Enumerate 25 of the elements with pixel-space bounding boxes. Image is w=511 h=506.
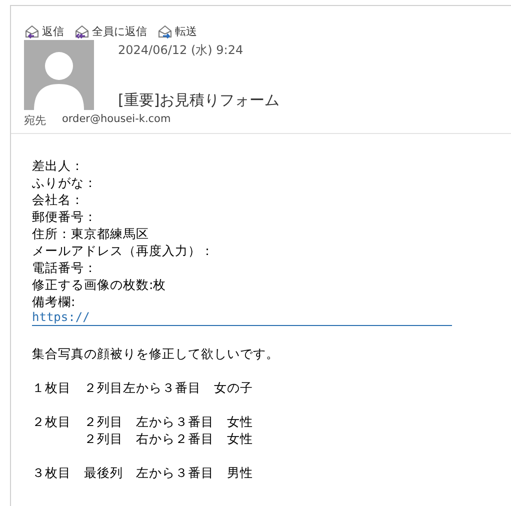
body-line: ２列目 右から２番目 女性 — [83, 430, 253, 447]
body-line: 修正する画像の枚数:枚 — [32, 276, 166, 293]
body-line: メールアドレス（再度入力）： — [32, 242, 214, 259]
reply-button[interactable]: 返信 — [24, 23, 64, 39]
message-subject: [重要]お見積りフォーム — [118, 91, 280, 110]
url-link[interactable]: https:// — [32, 310, 452, 326]
recipient-label: 宛先 — [24, 113, 46, 128]
forward-button[interactable]: 転送 — [157, 23, 197, 39]
body-line: １枚目 ２列目左から３番目 女の子 — [32, 379, 253, 396]
body-line: 電話番号： — [32, 259, 97, 276]
body-line: ２枚目 ２列目 左から３番目 女性 — [32, 413, 253, 430]
envelope-arrow-icon — [157, 23, 173, 39]
body-line: ふりがな： — [32, 174, 97, 191]
reply-all-button[interactable]: 全員に返信 — [74, 23, 147, 39]
envelope-arrow-icon — [24, 23, 40, 39]
body-line: 集合写真の顔被りを修正して欲しいです。 — [32, 345, 279, 362]
body-line: 差出人： — [32, 157, 84, 174]
envelope-arrow-icon — [74, 23, 90, 39]
body-line: 郵便番号： — [32, 208, 97, 225]
body-line: ３枚目 最後列 左から３番目 男性 — [32, 464, 253, 481]
body-line: 備考欄: — [32, 293, 76, 310]
body-line: 会社名： — [32, 191, 84, 208]
recipient-address: order@housei-k.com — [62, 113, 171, 127]
message-date: 2024/06/12 (水) 9:24 — [118, 42, 244, 59]
body-line: 住所：東京都練馬区 — [32, 225, 149, 242]
